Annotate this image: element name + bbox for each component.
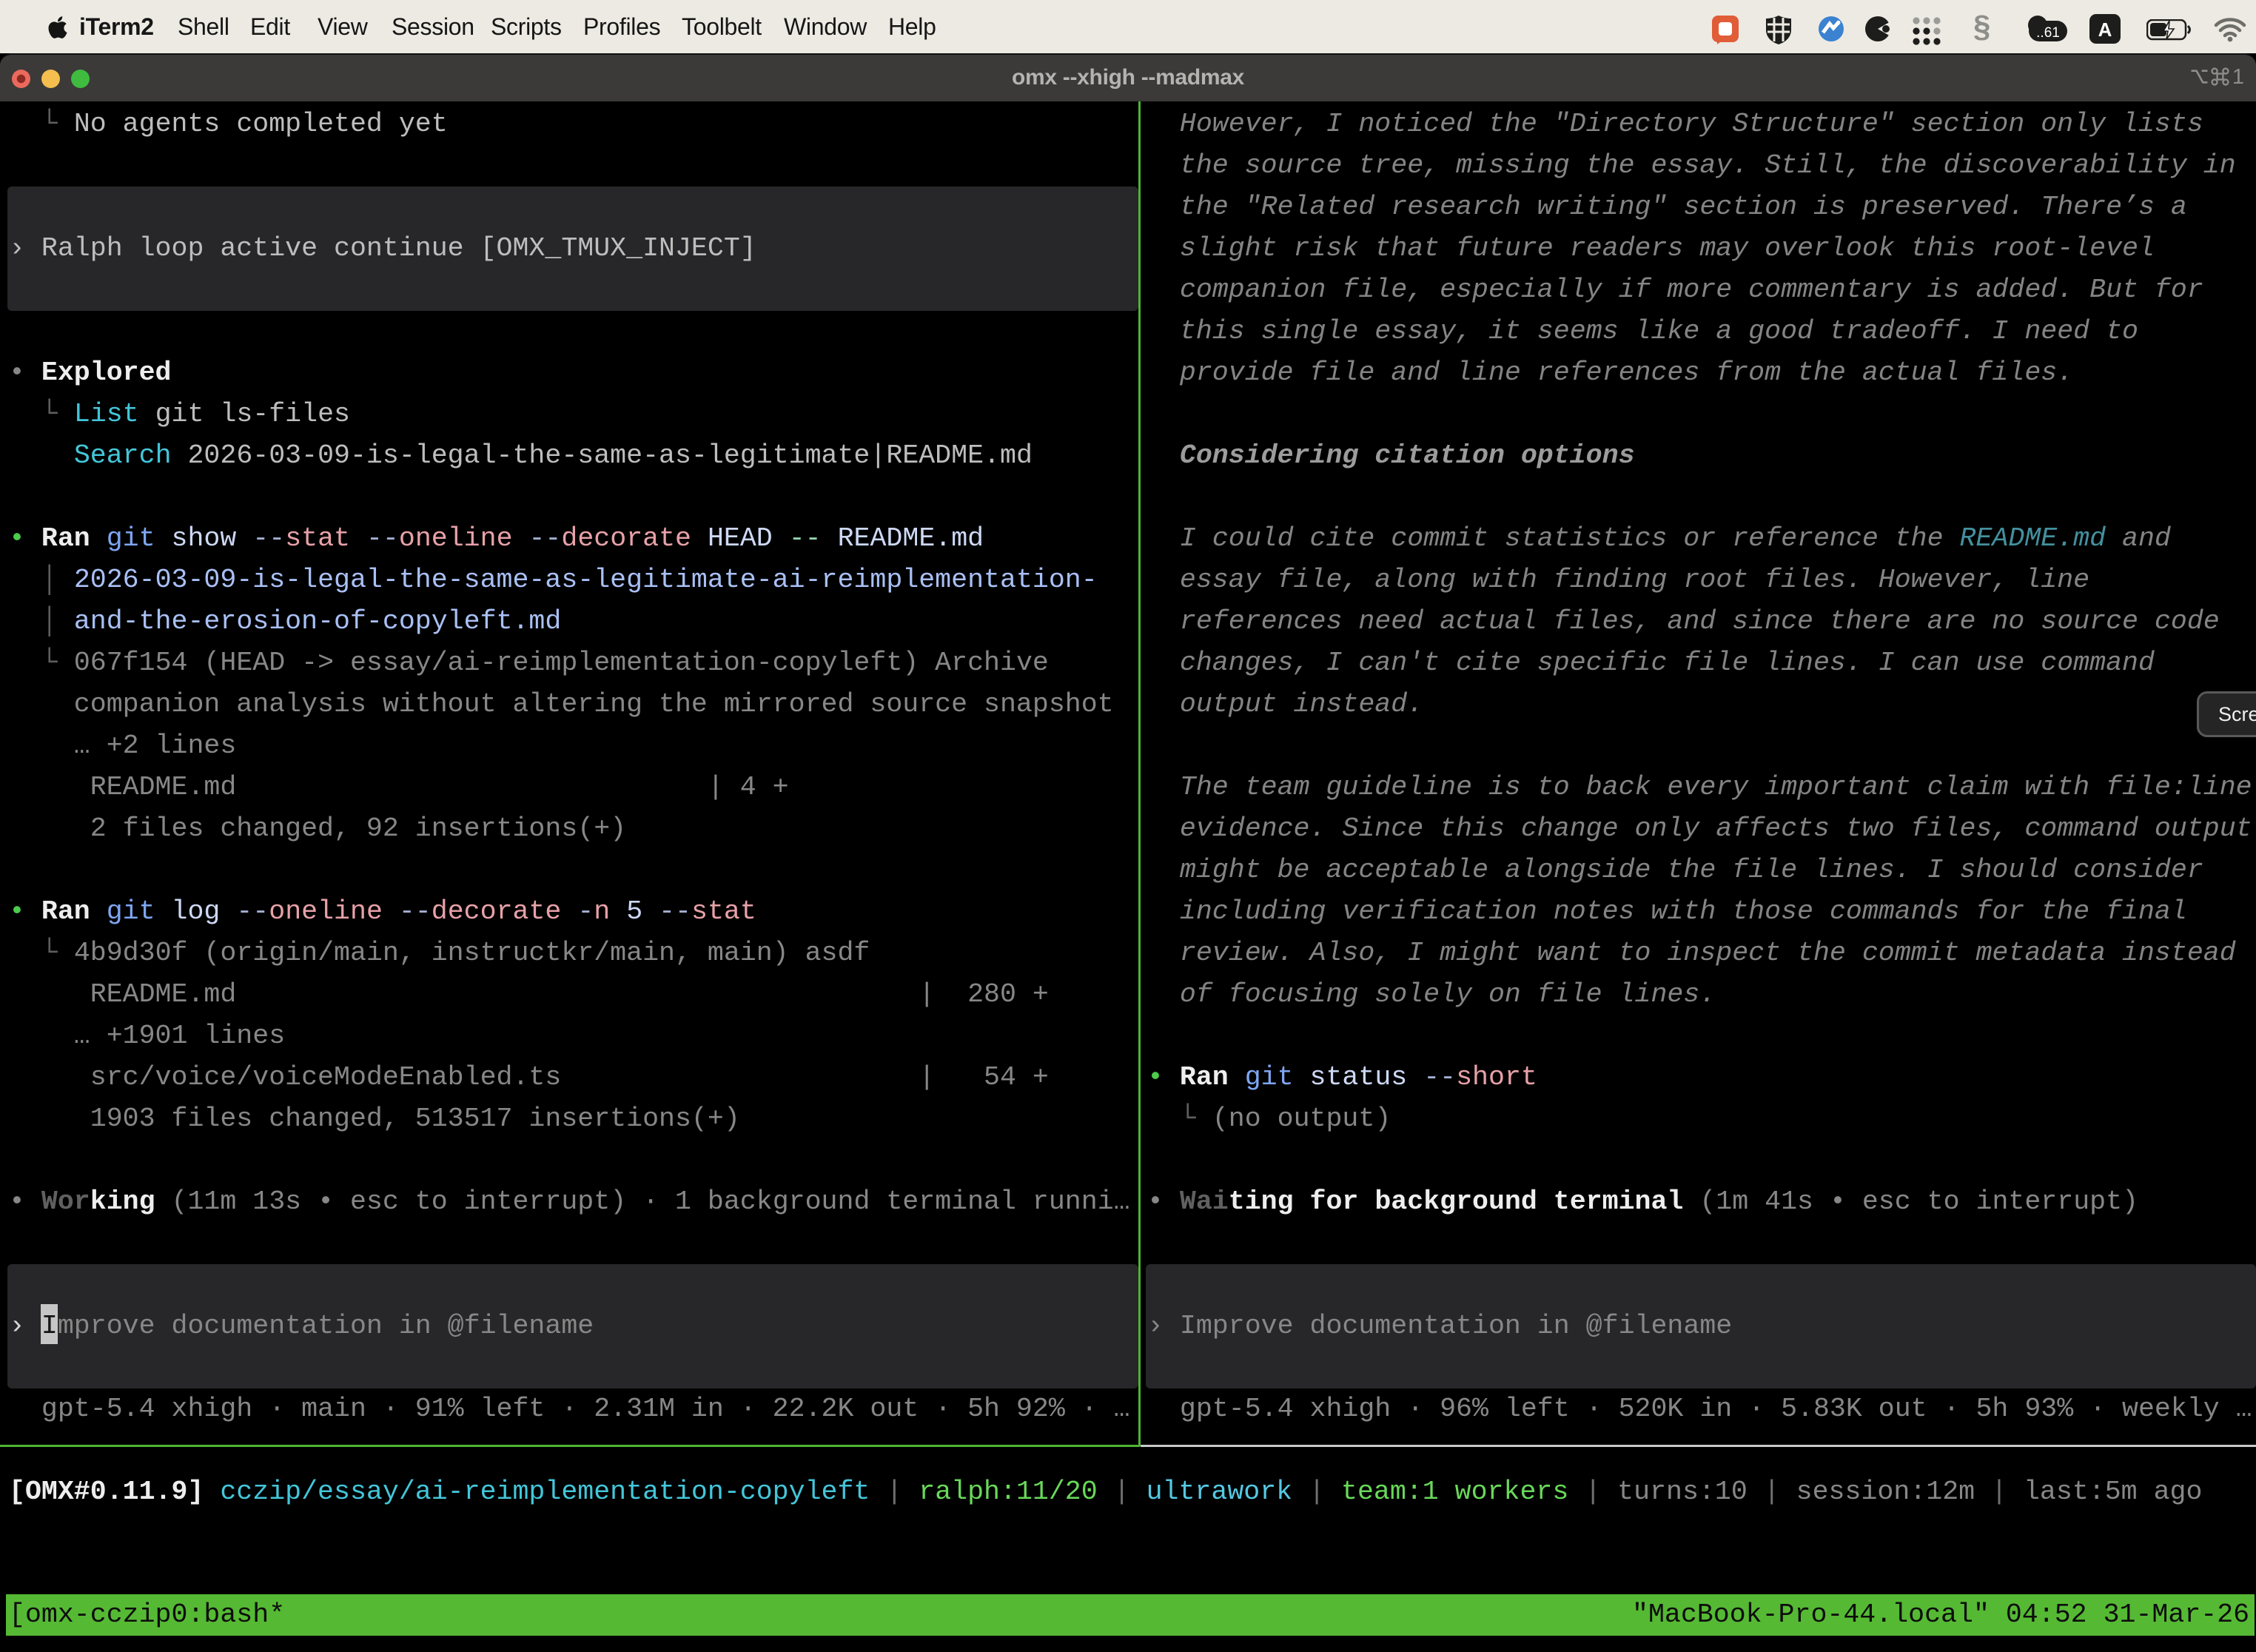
svg-text:A: A xyxy=(2098,19,2112,41)
svg-text:..61: ..61 xyxy=(2036,25,2060,41)
